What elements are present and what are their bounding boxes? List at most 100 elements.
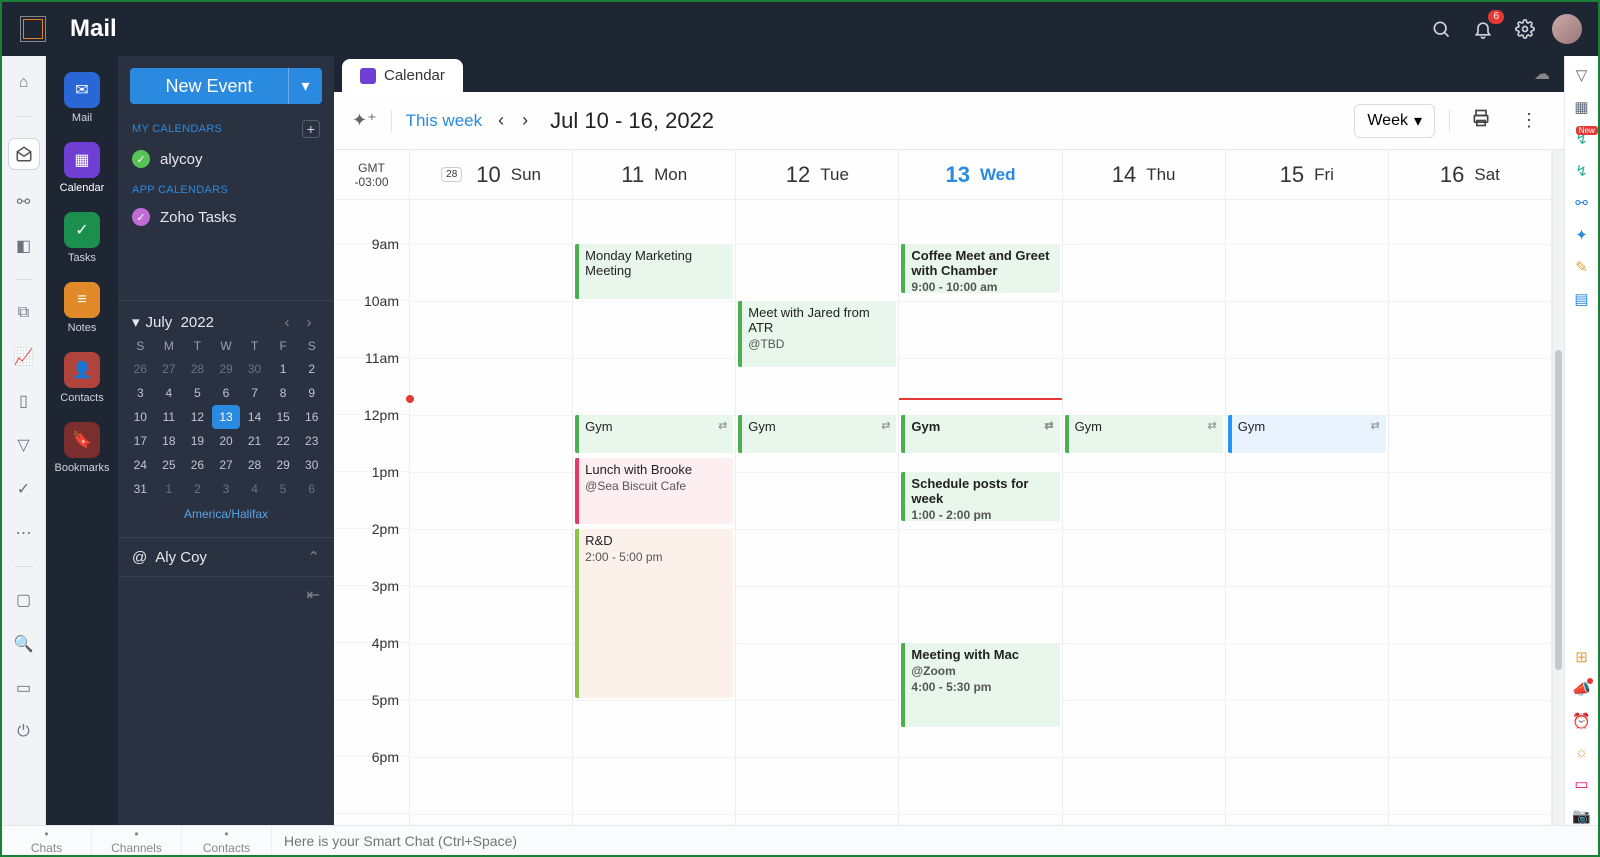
- mini-cal-day[interactable]: 19: [183, 429, 212, 453]
- prev-week-button[interactable]: ‹: [496, 110, 506, 131]
- mini-cal-prev[interactable]: ‹: [276, 314, 298, 331]
- apps-icon[interactable]: ✦: [1575, 226, 1588, 244]
- settings-gear-icon[interactable]: [1504, 8, 1546, 50]
- module-mail[interactable]: ✉Mail: [64, 68, 100, 128]
- mini-cal-day[interactable]: 9: [297, 381, 326, 405]
- mini-cal-day[interactable]: 29: [212, 357, 241, 381]
- calendar-event[interactable]: Gym⇄: [1228, 415, 1386, 453]
- mini-cal-day[interactable]: 11: [155, 405, 184, 429]
- mini-cal-day[interactable]: 20: [212, 429, 241, 453]
- day-header[interactable]: 12Tue: [736, 150, 898, 200]
- mini-cal-day[interactable]: 22: [269, 429, 298, 453]
- mini-cal-day[interactable]: 27: [212, 453, 241, 477]
- magnify-icon[interactable]: 🔍: [13, 633, 35, 655]
- calendar-event[interactable]: Gym⇄: [738, 415, 896, 453]
- mini-cal-day[interactable]: 4: [240, 477, 269, 501]
- mini-cal-day[interactable]: 29: [269, 453, 298, 477]
- shield-icon[interactable]: ▽: [1576, 66, 1588, 84]
- calendar-widget-icon[interactable]: ▦: [1574, 98, 1588, 116]
- new-widget-icon[interactable]: ↯New: [1575, 130, 1588, 148]
- chart-icon[interactable]: 📈: [13, 346, 35, 368]
- add-calendar-button[interactable]: +: [302, 120, 320, 138]
- day-column[interactable]: 16Sat: [1389, 150, 1552, 825]
- app-logo[interactable]: [20, 16, 46, 42]
- search-icon[interactable]: [1420, 8, 1462, 50]
- mini-cal-day[interactable]: 5: [269, 477, 298, 501]
- bottombar-tab[interactable]: •Channels: [92, 827, 182, 855]
- note-icon[interactable]: ▢: [13, 589, 35, 611]
- mini-cal-day[interactable]: 24: [126, 453, 155, 477]
- mail-open-icon[interactable]: [9, 139, 39, 169]
- mini-cal-day[interactable]: 13: [212, 405, 241, 429]
- mini-cal-toggle-icon[interactable]: ▾: [132, 313, 140, 331]
- new-event-dropdown[interactable]: ▾: [288, 68, 322, 104]
- mini-cal-day[interactable]: 6: [212, 381, 241, 405]
- mini-cal-day[interactable]: 17: [126, 429, 155, 453]
- link-icon[interactable]: ⚯: [13, 191, 35, 213]
- day-column[interactable]: 2810Sun: [410, 150, 573, 825]
- filter-icon[interactable]: ▽: [13, 434, 35, 456]
- module-notes[interactable]: ≡Notes: [64, 278, 100, 338]
- calendar-event[interactable]: R&D2:00 - 5:00 pm: [575, 529, 733, 698]
- mini-cal-day[interactable]: 10: [126, 405, 155, 429]
- mini-cal-day[interactable]: 21: [240, 429, 269, 453]
- mini-cal-day[interactable]: 26: [126, 357, 155, 381]
- alarm-icon[interactable]: ⏰: [1572, 712, 1591, 730]
- mini-cal-day[interactable]: 27: [155, 357, 184, 381]
- this-week-button[interactable]: This week: [406, 111, 483, 131]
- day-header[interactable]: 11Mon: [573, 150, 735, 200]
- announce-icon[interactable]: 📣: [1572, 680, 1591, 698]
- day-header[interactable]: 16Sat: [1389, 150, 1551, 200]
- mini-cal-day[interactable]: 14: [240, 405, 269, 429]
- mini-cal-day[interactable]: 30: [240, 357, 269, 381]
- timezone-link[interactable]: America/Halifax: [126, 501, 326, 531]
- day-column[interactable]: 15Fri Gym⇄: [1226, 150, 1389, 825]
- bottombar-tab[interactable]: •Contacts: [182, 827, 272, 855]
- mini-cal-day[interactable]: 25: [155, 453, 184, 477]
- smart-chat-input[interactable]: [272, 833, 1598, 849]
- mini-cal-day[interactable]: 28: [183, 357, 212, 381]
- mini-cal-day[interactable]: 3: [212, 477, 241, 501]
- calendar-item[interactable]: ✓alycoy: [118, 144, 334, 174]
- avatar[interactable]: [1552, 14, 1582, 44]
- calendar-item[interactable]: ✓Zoho Tasks: [118, 202, 334, 232]
- day-header[interactable]: 2810Sun: [410, 150, 572, 200]
- module-tasks[interactable]: ✓Tasks: [64, 208, 100, 268]
- day-header[interactable]: 14Thu: [1063, 150, 1225, 200]
- view-selector[interactable]: Week ▾: [1354, 104, 1435, 138]
- calendar-check-icon[interactable]: ✓: [132, 150, 150, 168]
- print-icon[interactable]: [1464, 108, 1498, 133]
- chat-widget-icon[interactable]: ▭: [1574, 775, 1588, 793]
- day-column[interactable]: 12TueMeet with Jared from ATR@TBDGym⇄: [736, 150, 899, 825]
- sidebar-user[interactable]: @ Aly Coy ⌃: [118, 537, 334, 576]
- mini-cal-day[interactable]: 3: [126, 381, 155, 405]
- calendar-check-icon[interactable]: ✓: [132, 208, 150, 226]
- share-icon[interactable]: ↯: [1575, 162, 1588, 180]
- pencil-icon[interactable]: ✎: [1575, 258, 1588, 276]
- camera-icon[interactable]: 📷: [1572, 807, 1591, 825]
- more-icon[interactable]: ⋯: [13, 522, 35, 544]
- mini-cal-day[interactable]: 30: [297, 453, 326, 477]
- mini-cal-day[interactable]: 18: [155, 429, 184, 453]
- mini-cal-day[interactable]: 6: [297, 477, 326, 501]
- mini-cal-day[interactable]: 1: [155, 477, 184, 501]
- mini-cal-day[interactable]: 26: [183, 453, 212, 477]
- grid-icon[interactable]: ◧: [13, 235, 35, 257]
- collapse-sidebar-icon[interactable]: ⇤: [307, 587, 320, 604]
- home-icon[interactable]: ⌂: [13, 72, 35, 94]
- day-column[interactable]: 13WedCoffee Meet and Greet with Chamber9…: [899, 150, 1062, 825]
- module-bookmarks[interactable]: 🔖Bookmarks: [54, 418, 109, 478]
- mini-cal-day[interactable]: 16: [297, 405, 326, 429]
- idea-icon[interactable]: ☼: [1575, 744, 1589, 761]
- calendar-event[interactable]: Gym⇄: [575, 415, 733, 453]
- day-column[interactable]: 14ThuGym⇄: [1063, 150, 1226, 825]
- calendar-event[interactable]: Gym⇄: [901, 415, 1059, 453]
- mini-cal-day[interactable]: 23: [297, 429, 326, 453]
- module-calendar[interactable]: ▦Calendar: [60, 138, 105, 198]
- link-widget-icon[interactable]: ⚯: [1575, 194, 1588, 212]
- sticky-add-icon[interactable]: ⊞: [1575, 648, 1588, 666]
- mini-cal-day[interactable]: 1: [269, 357, 298, 381]
- next-week-button[interactable]: ›: [520, 110, 530, 131]
- calendar-event[interactable]: Coffee Meet and Greet with Chamber9:00 -…: [901, 244, 1059, 293]
- day-header[interactable]: 15Fri: [1226, 150, 1388, 200]
